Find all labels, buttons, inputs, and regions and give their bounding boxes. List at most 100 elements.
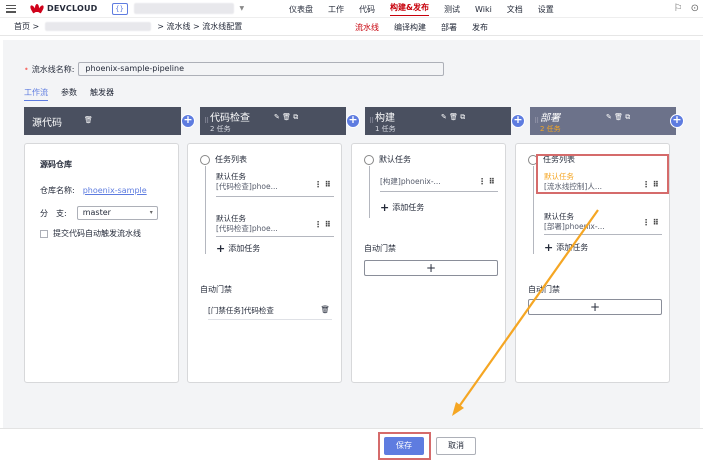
nav-wiki[interactable]: Wiki xyxy=(475,5,492,14)
gate-item[interactable]: [门禁任务]代码检查 🗑 xyxy=(208,305,332,320)
clock-icon xyxy=(364,154,374,165)
branch-select[interactable]: master ▾ xyxy=(76,206,158,220)
tab-params[interactable]: 参数 xyxy=(61,87,77,101)
task-list-title: 默认任务 xyxy=(379,155,411,164)
edit-icon[interactable]: ✎ 🗑 ⧉ xyxy=(274,113,298,122)
required-marker: • xyxy=(24,64,29,74)
cancel-button[interactable]: 取消 xyxy=(436,437,476,455)
task-subtitle: [代码检查]phoe... xyxy=(216,182,278,191)
breadcrumb-path[interactable]: > 流水线 > 流水线配置 xyxy=(157,21,242,32)
nav-settings[interactable]: 设置 xyxy=(538,4,554,15)
repo-label: 仓库名称: xyxy=(40,186,75,195)
save-button[interactable]: 保存 xyxy=(384,437,424,455)
nav-code[interactable]: 代码 xyxy=(359,4,375,15)
stage-code-check-name: 代码检查 xyxy=(210,112,250,124)
gate-label: 自动门禁 xyxy=(528,285,560,294)
task-title: 默认任务 xyxy=(216,172,246,181)
help-icon[interactable]: ⊙ xyxy=(691,3,699,14)
notification-icon[interactable]: ⚐ xyxy=(674,3,683,14)
task-menu-icon[interactable]: ⋮ ⠿ xyxy=(314,180,331,189)
breadcrumb-project[interactable] xyxy=(45,22,152,31)
project-icon[interactable]: {} xyxy=(111,2,128,15)
plus-icon: + xyxy=(544,241,554,254)
add-task-button[interactable]: + 添加任务 xyxy=(544,241,588,254)
auto-trigger-label: 提交代码自动触发流水线 xyxy=(53,229,141,238)
timeline-line xyxy=(533,166,534,254)
logo[interactable]: DEVCLOUD xyxy=(29,3,98,14)
task-subtitle: [构建]phoenix-... xyxy=(380,177,441,186)
auto-trigger-checkbox[interactable] xyxy=(40,229,48,238)
breadcrumb-home[interactable]: 首页 > xyxy=(14,21,39,32)
add-task-label: 添加任务 xyxy=(392,203,425,212)
clock-icon xyxy=(200,154,210,165)
divider xyxy=(216,196,334,197)
add-gate-button[interactable]: + xyxy=(364,260,498,276)
add-stage-button[interactable]: + xyxy=(670,114,684,128)
nav-test[interactable]: 测试 xyxy=(444,4,460,15)
divider xyxy=(380,191,498,192)
branch-row: 分 支: master ▾ xyxy=(40,206,158,220)
subnav-release[interactable]: 发布 xyxy=(472,22,488,33)
task-title: 默认任务 xyxy=(544,212,574,221)
nav-work[interactable]: 工作 xyxy=(328,4,344,15)
plus-icon: + xyxy=(216,242,226,255)
nav-build-release[interactable]: 构建&发布 xyxy=(390,2,429,16)
task-item[interactable]: [构建]phoenix-... xyxy=(380,177,472,187)
task-subtitle: [部署]phoenix-... xyxy=(544,222,605,231)
huawei-logo-icon xyxy=(29,3,45,14)
add-gate-button[interactable]: + xyxy=(528,299,662,315)
drag-handle-icon[interactable]: ⠿ xyxy=(534,117,539,125)
delete-icon[interactable]: 🗑 xyxy=(320,305,330,314)
nav-docs[interactable]: 文档 xyxy=(507,4,523,15)
stage-build-name: 构建 xyxy=(375,112,395,124)
stage-source-name: 源代码 xyxy=(32,117,62,129)
drag-handle-icon[interactable]: ⠿ xyxy=(369,117,374,125)
highlight-box xyxy=(536,154,669,194)
drag-handle-icon[interactable]: ⠿ xyxy=(204,117,209,125)
stage-build-count: 1 任务 xyxy=(375,124,396,133)
breadcrumb: 首页 > > 流水线 > 流水线配置 xyxy=(14,21,242,32)
task-list-header: 任务列表 xyxy=(200,154,247,165)
repo-link[interactable]: phoenix-sample xyxy=(83,186,147,195)
edit-icon[interactable]: ✎ 🗑 ⧉ xyxy=(606,113,630,122)
pipeline-name-input[interactable]: phoenix-sample-pipeline xyxy=(78,62,445,76)
footer-bar: 保存 取消 xyxy=(0,428,703,467)
task-item[interactable]: 默认任务 [代码检查]phoe... xyxy=(216,172,308,192)
plus-icon: + xyxy=(380,201,390,214)
delete-icon[interactable]: 🗑 xyxy=(84,116,93,124)
add-stage-button[interactable]: + xyxy=(181,114,195,128)
task-menu-icon[interactable]: ⋮ ⠿ xyxy=(314,220,331,229)
gate-label: 自动门禁 xyxy=(364,244,396,253)
task-item[interactable]: 默认任务 [部署]phoenix-... xyxy=(544,212,636,232)
source-title: 源码仓库 xyxy=(40,160,72,169)
subnav-deploy[interactable]: 部署 xyxy=(441,22,457,33)
config-tabs: 工作流 参数 触发器 xyxy=(24,87,114,101)
stage-source[interactable]: 源代码 🗑 xyxy=(24,107,181,135)
stage-build[interactable]: ⠿ 构建 1 任务 ✎ 🗑 ⧉ xyxy=(365,107,511,135)
code-check-column: 任务列表 默认任务 [代码检查]phoe... ⋮ ⠿ 默认任务 [代码检查]p… xyxy=(187,143,342,383)
task-list-title: 任务列表 xyxy=(215,155,247,164)
add-task-label: 添加任务 xyxy=(556,243,589,252)
task-menu-icon[interactable]: ⋮ ⠿ xyxy=(478,177,495,186)
add-stage-button[interactable]: + xyxy=(511,114,525,128)
stage-deploy[interactable]: ⠿ 部署 2 任务 ✎ 🗑 ⧉ xyxy=(530,107,676,135)
add-stage-button[interactable]: + xyxy=(346,114,360,128)
stage-code-check[interactable]: ⠿ 代码检查 2 任务 ✎ 🗑 ⧉ xyxy=(200,107,346,135)
project-selector[interactable] xyxy=(133,3,234,14)
add-task-button[interactable]: + 添加任务 xyxy=(380,201,424,214)
menu-icon[interactable] xyxy=(6,4,16,13)
divider xyxy=(216,236,334,237)
tab-triggers[interactable]: 触发器 xyxy=(90,87,114,101)
nav-dashboard[interactable]: 仪表盘 xyxy=(289,4,313,15)
add-task-button[interactable]: + 添加任务 xyxy=(216,242,260,255)
edit-icon[interactable]: ✎ 🗑 ⧉ xyxy=(441,113,465,122)
subnav-build[interactable]: 编译构建 xyxy=(394,22,426,33)
subnav-pipeline[interactable]: 流水线 xyxy=(355,22,379,33)
branch-value: master xyxy=(82,208,111,217)
tab-workflow[interactable]: 工作流 xyxy=(24,87,48,101)
divider xyxy=(544,234,662,235)
add-task-label: 添加任务 xyxy=(228,244,261,253)
chevron-down-icon[interactable]: ▼ xyxy=(240,5,245,12)
task-item[interactable]: 默认任务 [代码检查]phoe... xyxy=(216,214,308,234)
task-menu-icon[interactable]: ⋮ ⠿ xyxy=(642,218,659,227)
